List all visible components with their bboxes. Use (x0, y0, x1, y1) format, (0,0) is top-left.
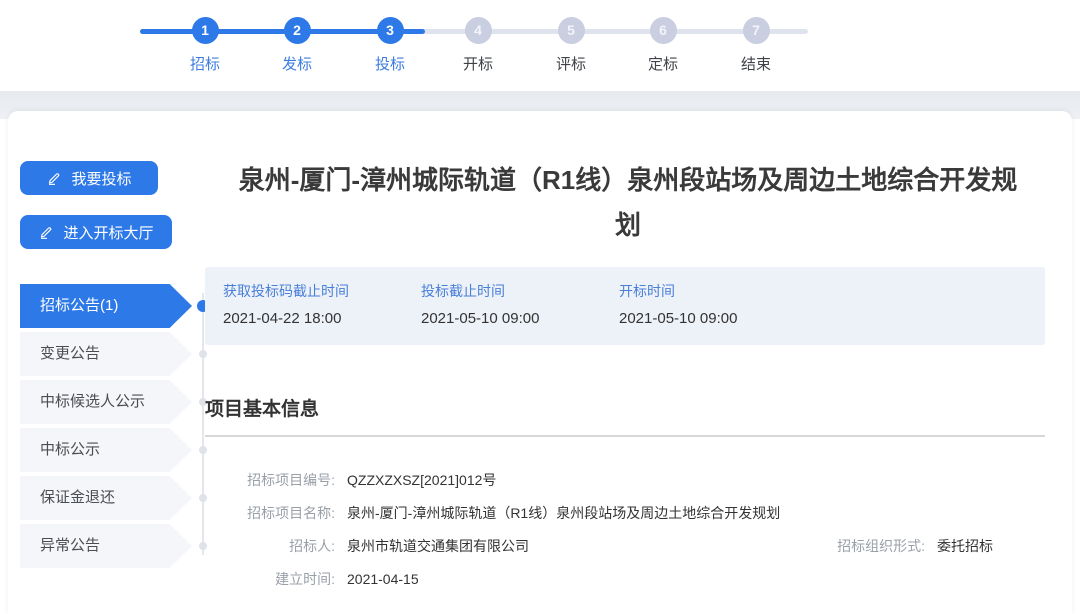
step-number: 7 (743, 17, 770, 44)
field-label: 招标项目编号: (205, 464, 335, 497)
deadline-value: 2021-04-22 18:00 (223, 310, 421, 327)
step-label: 结束 (726, 53, 786, 74)
timeline-line (202, 293, 204, 555)
sidebar-item-label: 招标公告(1) (40, 297, 118, 314)
step-label: 发标 (267, 53, 327, 74)
progress-stepper: 1 招标 2 发标 3 投标 4 开标 5 评标 6 定标 7 结束 (0, 0, 1080, 92)
field-value: QZZXZXSZ[2021]012号 (347, 464, 496, 497)
deadline-label: 开标时间 (619, 281, 817, 301)
stepper-step-1: 1 招标 (175, 17, 235, 74)
step-label: 投标 (360, 53, 420, 74)
deadline-value: 2021-05-10 09:00 (619, 310, 817, 327)
stepper-step-3: 3 投标 (360, 17, 420, 74)
sidebar-item-candidate-publicity[interactable]: 中标候选人公示 (20, 380, 192, 424)
bid-now-button[interactable]: 我要投标 (20, 161, 158, 195)
deadline-col-bid-code: 获取投标码截止时间 2021-04-22 18:00 (223, 281, 421, 345)
deadline-label: 投标截止时间 (421, 281, 619, 301)
section-title-basic-info: 项目基本信息 (205, 394, 319, 421)
field-label: 建立时间: (205, 563, 335, 596)
field-row-project-number: 招标项目编号: QZZXZXSZ[2021]012号 (205, 464, 1045, 497)
sidebar-item-tender-announcement[interactable]: 招标公告(1) (20, 284, 192, 328)
field-org-form: 招标组织形式: 委托招标 (837, 530, 1045, 563)
field-label: 招标项目名称: (205, 497, 335, 530)
step-number: 3 (377, 17, 404, 44)
deadline-col-bid-submit: 投标截止时间 2021-05-10 09:00 (421, 281, 619, 345)
stepper-step-4: 4 开标 (448, 17, 508, 74)
field-value: 2021-04-15 (347, 563, 419, 596)
section-divider (205, 435, 1045, 437)
basic-info-fields: 招标项目编号: QZZXZXSZ[2021]012号 招标项目名称: 泉州-厦门… (205, 464, 1045, 596)
sidebar-item-label: 中标公示 (40, 441, 100, 458)
step-number: 2 (284, 17, 311, 44)
deadline-col-bid-open: 开标时间 2021-05-10 09:00 (619, 281, 817, 345)
field-label: 招标人: (205, 530, 335, 563)
sidebar-item-abnormal-announcement[interactable]: 异常公告 (20, 524, 192, 568)
sidebar-item-label: 变更公告 (40, 345, 100, 362)
sidebar-item-winner-publicity[interactable]: 中标公示 (20, 428, 192, 472)
field-value: 泉州市轨道交通集团有限公司 (347, 530, 529, 563)
field-value: 委托招标 (937, 530, 993, 563)
field-row-project-name: 招标项目名称: 泉州-厦门-漳州城际轨道（R1线）泉州段站场及周边土地综合开发规… (205, 497, 1045, 530)
step-number: 6 (650, 17, 677, 44)
stepper-step-5: 5 评标 (541, 17, 601, 74)
step-number: 1 (192, 17, 219, 44)
step-number: 4 (465, 17, 492, 44)
sidebar-item-label: 异常公告 (40, 537, 100, 554)
edit-pencil-icon (38, 224, 54, 240)
edit-pencil-icon (46, 170, 62, 186)
sidebar-item-label: 中标候选人公示 (40, 393, 145, 410)
step-label: 开标 (448, 53, 508, 74)
field-row-tenderer: 招标人: 泉州市轨道交通集团有限公司 招标组织形式: 委托招标 (205, 530, 1045, 563)
sidebar-item-change-announcement[interactable]: 变更公告 (20, 332, 192, 376)
step-label: 评标 (541, 53, 601, 74)
open-bid-hall-button[interactable]: 进入开标大厅 (20, 215, 172, 249)
step-label: 招标 (175, 53, 235, 74)
sidebar-item-deposit-refund[interactable]: 保证金退还 (20, 476, 192, 520)
field-row-create-date: 建立时间: 2021-04-15 (205, 563, 1045, 596)
project-title: 泉州-厦门-漳州城际轨道（R1线）泉州段站场及周边土地综合开发规划 (233, 158, 1023, 248)
open-bid-hall-label: 进入开标大厅 (63, 222, 153, 243)
sidebar-item-label: 保证金退还 (40, 489, 115, 506)
deadline-box: 获取投标码截止时间 2021-04-22 18:00 投标截止时间 2021-0… (205, 267, 1045, 345)
page: 1 招标 2 发标 3 投标 4 开标 5 评标 6 定标 7 结束 (0, 0, 1080, 614)
stepper-step-2: 2 发标 (267, 17, 327, 74)
deadline-value: 2021-05-10 09:00 (421, 310, 619, 327)
timeline-dot (199, 350, 207, 358)
step-label: 定标 (633, 53, 693, 74)
step-number: 5 (558, 17, 585, 44)
field-label: 招标组织形式: (837, 530, 925, 563)
stepper-step-6: 6 定标 (633, 17, 693, 74)
stepper-step-7: 7 结束 (726, 17, 786, 74)
deadline-label: 获取投标码截止时间 (223, 281, 421, 301)
bid-now-label: 我要投标 (71, 168, 131, 189)
timeline-dot (199, 446, 207, 454)
main-card: 我要投标 进入开标大厅 招标公告(1) 变更公告 中标候选人公示 中标公示 保证… (8, 111, 1072, 614)
field-value: 泉州-厦门-漳州城际轨道（R1线）泉州段站场及周边土地综合开发规划 (347, 497, 780, 530)
